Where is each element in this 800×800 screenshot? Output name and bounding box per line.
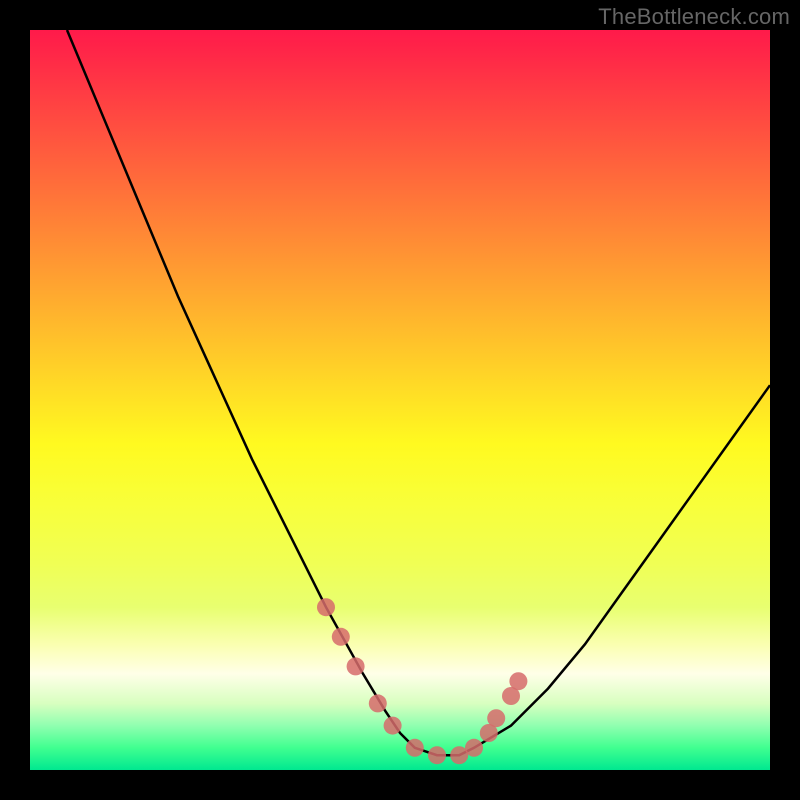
curve-line — [67, 30, 770, 755]
marker-dot — [384, 717, 402, 735]
marker-dot — [509, 672, 527, 690]
watermark-text: TheBottleneck.com — [598, 4, 790, 30]
curve-markers — [317, 598, 527, 764]
marker-dot — [465, 739, 483, 757]
chart-svg — [30, 30, 770, 770]
marker-dot — [332, 628, 350, 646]
bottleneck-curve — [67, 30, 770, 755]
marker-dot — [428, 746, 446, 764]
marker-dot — [406, 739, 424, 757]
marker-dot — [317, 598, 335, 616]
marker-dot — [347, 657, 365, 675]
marker-dot — [487, 709, 505, 727]
chart-frame: TheBottleneck.com — [0, 0, 800, 800]
marker-dot — [369, 694, 387, 712]
